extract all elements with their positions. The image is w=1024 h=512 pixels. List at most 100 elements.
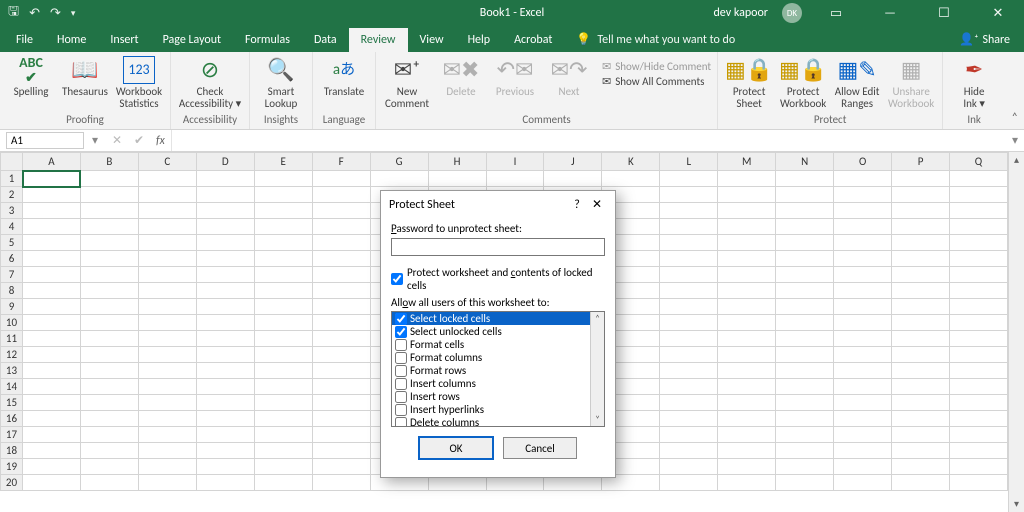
- cell[interactable]: [312, 443, 370, 459]
- cell[interactable]: [23, 171, 81, 187]
- cell[interactable]: [834, 315, 892, 331]
- cell[interactable]: [834, 187, 892, 203]
- cell[interactable]: [312, 459, 370, 475]
- cell[interactable]: [660, 347, 718, 363]
- cell[interactable]: [80, 187, 138, 203]
- permission-option[interactable]: Insert rows: [392, 390, 604, 403]
- cell[interactable]: [80, 363, 138, 379]
- workbook-stats-button[interactable]: 123Workbook Statistics: [114, 56, 164, 110]
- cell[interactable]: [312, 251, 370, 267]
- cancel-formula-icon[interactable]: ✕: [106, 133, 128, 148]
- cell[interactable]: [138, 427, 196, 443]
- cell[interactable]: [776, 411, 834, 427]
- cell[interactable]: [950, 203, 1008, 219]
- row-header[interactable]: 14: [1, 379, 23, 395]
- cell[interactable]: [138, 203, 196, 219]
- cell[interactable]: [718, 427, 776, 443]
- cell[interactable]: [718, 347, 776, 363]
- cell[interactable]: [718, 267, 776, 283]
- row-header[interactable]: 2: [1, 187, 23, 203]
- cell[interactable]: [312, 395, 370, 411]
- cell[interactable]: [776, 171, 834, 187]
- cell[interactable]: [776, 475, 834, 491]
- col-header[interactable]: E: [254, 153, 312, 171]
- cell[interactable]: [892, 267, 950, 283]
- cell[interactable]: [950, 315, 1008, 331]
- cell[interactable]: [254, 171, 312, 187]
- row-header[interactable]: 8: [1, 283, 23, 299]
- cell[interactable]: [834, 203, 892, 219]
- cell[interactable]: [196, 219, 254, 235]
- cell[interactable]: [892, 363, 950, 379]
- cell[interactable]: [776, 187, 834, 203]
- cell[interactable]: [23, 427, 81, 443]
- cell[interactable]: [312, 235, 370, 251]
- cell[interactable]: [23, 283, 81, 299]
- row-header[interactable]: 16: [1, 411, 23, 427]
- undo-icon[interactable]: ↶: [29, 6, 40, 21]
- cell[interactable]: [196, 283, 254, 299]
- cell[interactable]: [950, 187, 1008, 203]
- row-header[interactable]: 12: [1, 347, 23, 363]
- cell[interactable]: [196, 203, 254, 219]
- cell[interactable]: [892, 347, 950, 363]
- cell[interactable]: [312, 331, 370, 347]
- cell[interactable]: [254, 347, 312, 363]
- cell[interactable]: [196, 443, 254, 459]
- cell[interactable]: [196, 235, 254, 251]
- col-header[interactable]: F: [312, 153, 370, 171]
- ribbon-display-icon[interactable]: ▭: [816, 6, 856, 21]
- cell[interactable]: [834, 251, 892, 267]
- share-button[interactable]: 👤⁺ Share: [945, 27, 1024, 52]
- cell[interactable]: [80, 219, 138, 235]
- cell[interactable]: [312, 347, 370, 363]
- cell[interactable]: [660, 235, 718, 251]
- cell[interactable]: [312, 283, 370, 299]
- tab-insert[interactable]: Insert: [98, 28, 150, 52]
- cell[interactable]: [254, 203, 312, 219]
- formula-input[interactable]: [171, 130, 1006, 151]
- cell[interactable]: [254, 299, 312, 315]
- col-header[interactable]: B: [80, 153, 138, 171]
- cell[interactable]: [80, 267, 138, 283]
- cell[interactable]: [138, 347, 196, 363]
- cell[interactable]: [428, 171, 486, 187]
- cell[interactable]: [776, 443, 834, 459]
- dialog-help-icon[interactable]: ?: [567, 198, 587, 212]
- cell[interactable]: [23, 411, 81, 427]
- cell[interactable]: [776, 235, 834, 251]
- cell[interactable]: [80, 235, 138, 251]
- cell[interactable]: [196, 267, 254, 283]
- cell[interactable]: [80, 427, 138, 443]
- col-header[interactable]: G: [370, 153, 428, 171]
- cell[interactable]: [834, 283, 892, 299]
- permission-option[interactable]: Insert columns: [392, 377, 604, 390]
- cell[interactable]: [660, 267, 718, 283]
- cell[interactable]: [254, 363, 312, 379]
- cell[interactable]: [23, 443, 81, 459]
- col-header[interactable]: O: [834, 153, 892, 171]
- cell[interactable]: [312, 299, 370, 315]
- cell[interactable]: [660, 363, 718, 379]
- col-header[interactable]: A: [23, 153, 81, 171]
- cell[interactable]: [80, 251, 138, 267]
- cell[interactable]: [718, 187, 776, 203]
- cell[interactable]: [80, 443, 138, 459]
- cell[interactable]: [138, 187, 196, 203]
- cell[interactable]: [660, 459, 718, 475]
- cell[interactable]: [80, 379, 138, 395]
- cell[interactable]: [834, 475, 892, 491]
- cell[interactable]: [138, 235, 196, 251]
- cell[interactable]: [196, 171, 254, 187]
- cell[interactable]: [23, 347, 81, 363]
- cell[interactable]: [80, 411, 138, 427]
- row-header[interactable]: 3: [1, 203, 23, 219]
- cell[interactable]: [254, 315, 312, 331]
- row-header[interactable]: 5: [1, 235, 23, 251]
- cell[interactable]: [834, 331, 892, 347]
- cell[interactable]: [138, 459, 196, 475]
- cell[interactable]: [196, 379, 254, 395]
- row-header[interactable]: 11: [1, 331, 23, 347]
- cell[interactable]: [80, 395, 138, 411]
- cell[interactable]: [138, 475, 196, 491]
